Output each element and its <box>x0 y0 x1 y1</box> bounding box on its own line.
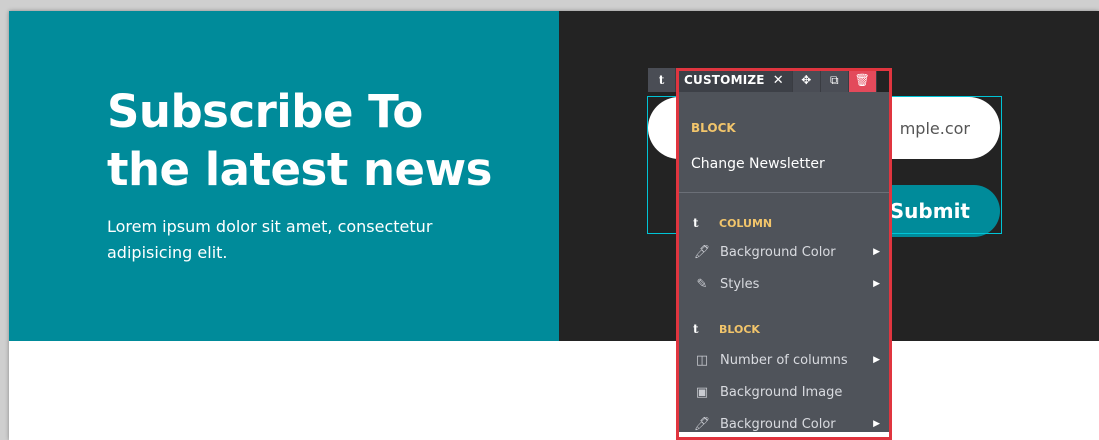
headline-line-1: Subscribe To <box>107 85 423 138</box>
menu-item-background-image[interactable]: ▣ Background Image <box>677 380 890 404</box>
magic-wand-icon: ✎ <box>696 276 708 292</box>
column-t-icon: t <box>693 216 699 230</box>
menu-divider <box>677 192 890 193</box>
caret-right-icon: ▶ <box>873 419 880 429</box>
menu-item-block-background-color[interactable]: 🖊 Background Color ▶ <box>677 412 890 436</box>
menu-item-label: Styles <box>720 276 760 292</box>
menu-item-label: Background Color <box>720 416 836 432</box>
menu-item-label: Background Color <box>720 244 836 260</box>
move-icon[interactable]: ✥ <box>792 68 821 92</box>
hero-headline: Subscribe To the latest news <box>107 83 492 199</box>
column-group-header: t COLUMN <box>677 216 772 230</box>
close-icon[interactable]: ✕ <box>773 73 784 88</box>
change-newsletter-link[interactable]: Change Newsletter <box>691 156 825 172</box>
column-group-title: COLUMN <box>719 216 773 230</box>
caret-right-icon: ▶ <box>873 247 880 257</box>
menu-item-number-of-columns[interactable]: ◫ Number of columns ▶ <box>677 348 890 372</box>
hero-lead-text: Lorem ipsum dolor sit amet, consectetur … <box>107 217 433 262</box>
parent-select-icon[interactable]: t <box>648 68 676 92</box>
block-group-header: t BLOCK <box>677 322 760 336</box>
menu-item-label: Background Image <box>720 384 843 400</box>
customize-menu: BLOCK Change Newsletter t COLUMN 🖊 Backg… <box>677 92 890 432</box>
eyedropper-icon: 🖊 <box>693 416 711 432</box>
customize-label: CUSTOMIZE <box>684 73 765 87</box>
columns-icon: ◫ <box>695 352 709 368</box>
hero-left-panel: Subscribe To the latest news Lorem ipsum… <box>9 11 559 341</box>
eyedropper-icon: 🖊 <box>693 244 711 260</box>
menu-item-column-background-color[interactable]: 🖊 Background Color ▶ <box>677 240 890 264</box>
caret-right-icon: ▶ <box>873 279 880 289</box>
customize-dropdown-button[interactable]: CUSTOMIZE ✕ <box>676 68 793 92</box>
menu-item-column-styles[interactable]: ✎ Styles ▶ <box>677 272 890 296</box>
menu-block-title: BLOCK <box>691 121 736 135</box>
image-icon: ▣ <box>695 384 709 400</box>
block-toolbar: t CUSTOMIZE ✕ ✥ ⧉ 🗑 <box>648 68 877 92</box>
block-t-icon: t <box>693 322 699 336</box>
clone-icon[interactable]: ⧉ <box>820 68 849 92</box>
headline-line-2: the latest news <box>107 143 492 196</box>
block-group-title: BLOCK <box>719 322 760 336</box>
caret-right-icon: ▶ <box>873 355 880 365</box>
delete-icon[interactable]: 🗑 <box>848 68 877 92</box>
menu-item-label: Number of columns <box>720 352 848 368</box>
